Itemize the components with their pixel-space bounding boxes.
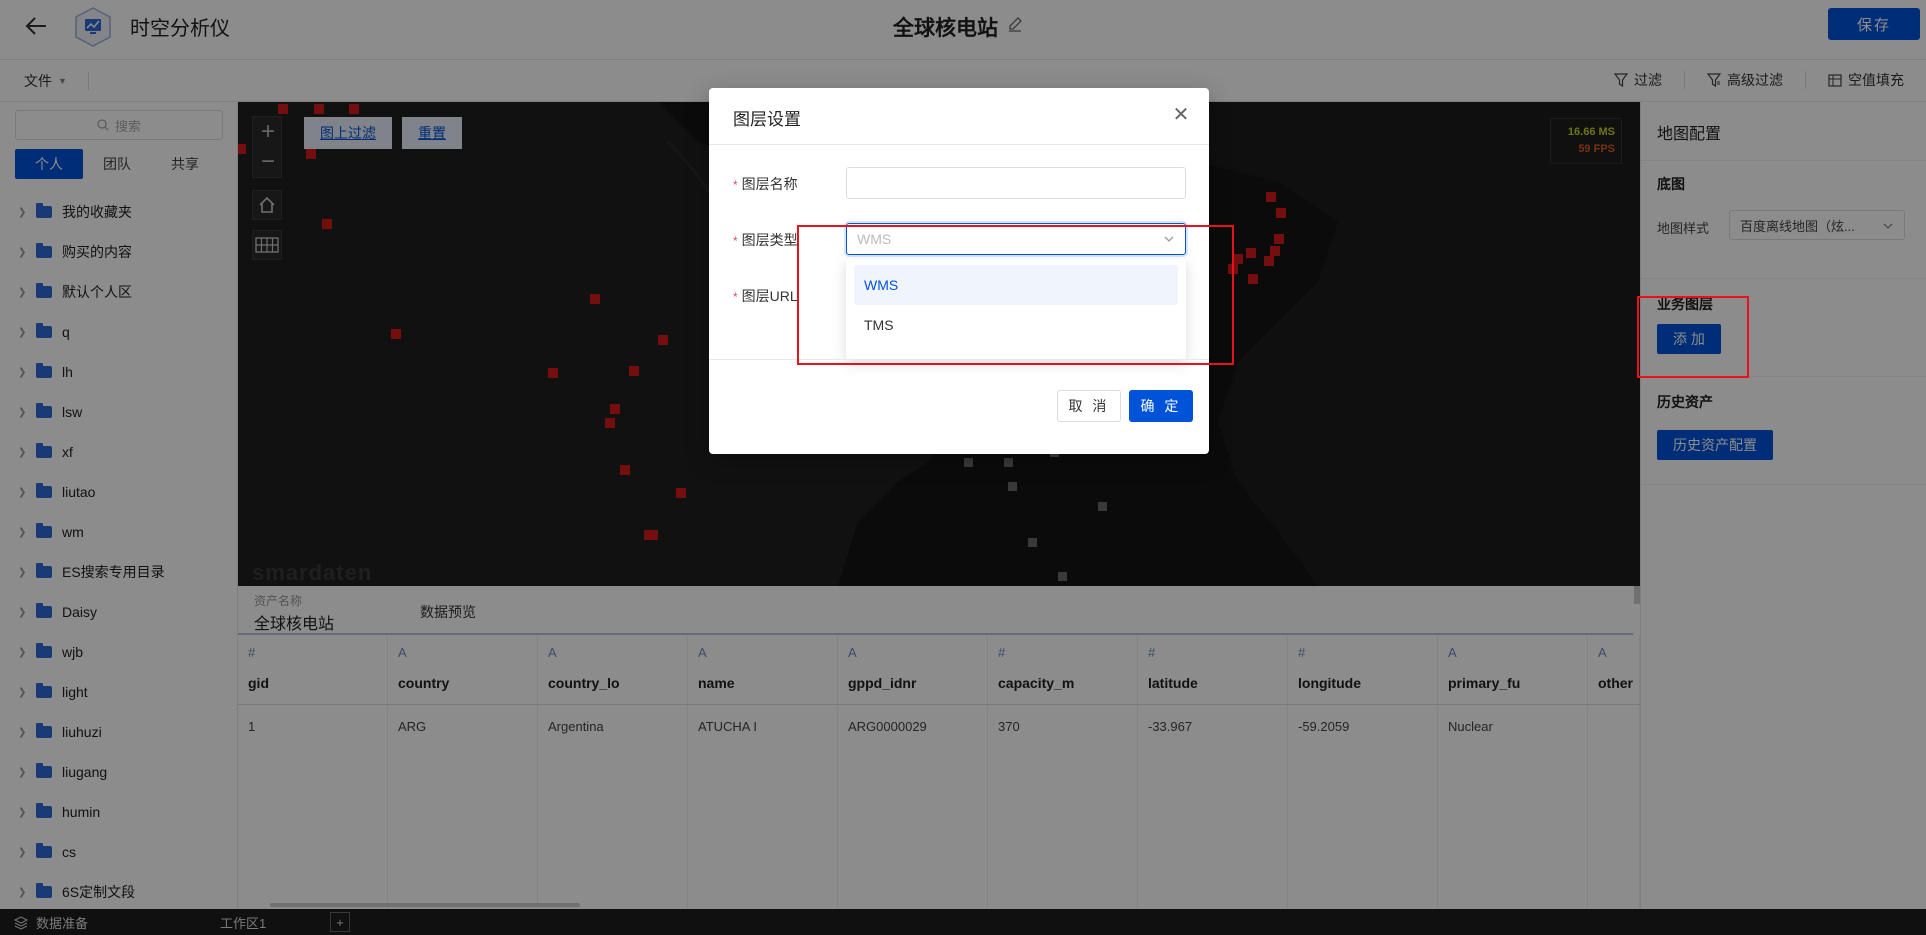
dialog-title: 图层设置 bbox=[733, 110, 801, 129]
required-asterisk: * bbox=[733, 178, 738, 192]
layer-name-input[interactable] bbox=[846, 167, 1186, 199]
layer-settings-dialog: 图层设置 ✕ * 图层名称 * 图层类型 WMS * 图层URL WMS TMS 取 … bbox=[709, 88, 1209, 454]
cancel-button[interactable]: 取 消 bbox=[1057, 390, 1121, 422]
dialog-divider bbox=[709, 144, 1209, 145]
layer-url-text: 图层URL bbox=[741, 288, 798, 304]
layer-url-label: * 图层URL bbox=[733, 286, 798, 306]
layer-name-label: * 图层名称 bbox=[733, 174, 798, 194]
required-asterisk: * bbox=[733, 234, 738, 248]
option-tms[interactable]: TMS bbox=[854, 305, 1178, 345]
option-wms[interactable]: WMS bbox=[854, 265, 1178, 305]
chevron-down-icon bbox=[1164, 236, 1174, 242]
layer-name-text: 图层名称 bbox=[741, 176, 798, 192]
close-icon[interactable]: ✕ bbox=[1169, 102, 1193, 126]
required-asterisk: * bbox=[733, 290, 738, 304]
layer-type-dropdown: WMS TMS bbox=[846, 259, 1186, 359]
dialog-divider bbox=[709, 359, 1209, 360]
layer-type-text: 图层类型 bbox=[741, 232, 798, 248]
layer-type-label: * 图层类型 bbox=[733, 230, 798, 250]
confirm-button[interactable]: 确 定 bbox=[1129, 390, 1193, 422]
layer-type-select[interactable]: WMS bbox=[846, 223, 1186, 255]
layer-type-placeholder: WMS bbox=[857, 231, 892, 247]
